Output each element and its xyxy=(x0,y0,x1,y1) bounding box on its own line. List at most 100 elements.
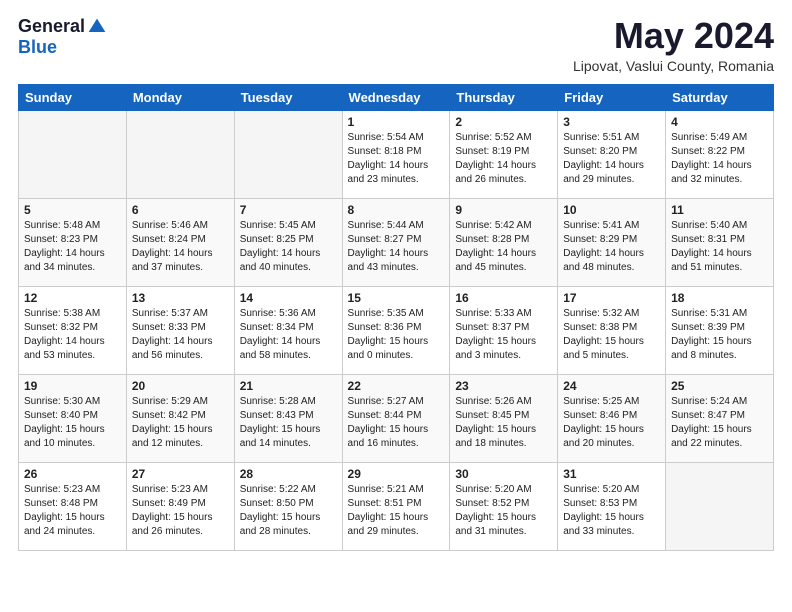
calendar-cell: 30 Sunrise: 5:20 AM Sunset: 8:52 PM Dayli… xyxy=(450,462,558,550)
day-number: 22 xyxy=(348,379,445,393)
page: General Blue May 2024 Lipovat, Vaslui Co… xyxy=(0,0,792,561)
calendar-cell: 10 Sunrise: 5:41 AM Sunset: 8:29 PM Dayli… xyxy=(558,198,666,286)
calendar-cell xyxy=(19,110,127,198)
calendar-cell: 2 Sunrise: 5:52 AM Sunset: 8:19 PM Daylig… xyxy=(450,110,558,198)
calendar-cell: 8 Sunrise: 5:44 AM Sunset: 8:27 PM Daylig… xyxy=(342,198,450,286)
day-number: 6 xyxy=(132,203,229,217)
calendar-cell: 25 Sunrise: 5:24 AM Sunset: 8:47 PM Dayli… xyxy=(666,374,774,462)
day-info: Sunrise: 5:46 AM Sunset: 8:24 PM Dayligh… xyxy=(132,219,229,275)
day-info: Sunrise: 5:33 AM Sunset: 8:37 PM Dayligh… xyxy=(455,307,552,363)
day-info: Sunrise: 5:54 AM Sunset: 8:18 PM Dayligh… xyxy=(348,131,445,187)
day-number: 23 xyxy=(455,379,552,393)
day-info: Sunrise: 5:21 AM Sunset: 8:51 PM Dayligh… xyxy=(348,483,445,539)
day-number: 4 xyxy=(671,115,768,129)
day-number: 30 xyxy=(455,467,552,481)
day-info: Sunrise: 5:40 AM Sunset: 8:31 PM Dayligh… xyxy=(671,219,768,275)
calendar-week-0: 1 Sunrise: 5:54 AM Sunset: 8:18 PM Daylig… xyxy=(19,110,774,198)
day-number: 21 xyxy=(240,379,337,393)
day-info: Sunrise: 5:35 AM Sunset: 8:36 PM Dayligh… xyxy=(348,307,445,363)
calendar-cell: 5Sunrise: 5:48 AM Sunset: 8:23 PM Daylig… xyxy=(19,198,127,286)
day-info: Sunrise: 5:23 AM Sunset: 8:48 PM Dayligh… xyxy=(24,483,121,539)
day-info: Sunrise: 5:44 AM Sunset: 8:27 PM Dayligh… xyxy=(348,219,445,275)
logo-icon xyxy=(87,17,107,37)
day-info: Sunrise: 5:38 AM Sunset: 8:32 PM Dayligh… xyxy=(24,307,121,363)
calendar-cell: 12 Sunrise: 5:38 AM Sunset: 8:32 PM Dayli… xyxy=(19,286,127,374)
day-info: Sunrise: 5:41 AM Sunset: 8:29 PM Dayligh… xyxy=(563,219,660,275)
day-number: 29 xyxy=(348,467,445,481)
day-number: 31 xyxy=(563,467,660,481)
day-number: 15 xyxy=(348,291,445,305)
day-info: Sunrise: 5:24 AM Sunset: 8:47 PM Dayligh… xyxy=(671,395,768,451)
day-info: Sunrise: 5:30 AM Sunset: 8:40 PM Dayligh… xyxy=(24,395,121,451)
calendar-header-monday: Monday xyxy=(126,84,234,110)
day-info: Sunrise: 5:25 AM Sunset: 8:46 PM Dayligh… xyxy=(563,395,660,451)
day-number: 27 xyxy=(132,467,229,481)
day-info: Sunrise: 5:23 AM Sunset: 8:49 PM Dayligh… xyxy=(132,483,229,539)
day-number: 7 xyxy=(240,203,337,217)
day-info: Sunrise: 5:20 AM Sunset: 8:52 PM Dayligh… xyxy=(455,483,552,539)
calendar-header-row: SundayMondayTuesdayWednesdayThursdayFrid… xyxy=(19,84,774,110)
day-number: 3 xyxy=(563,115,660,129)
calendar-cell: 22 Sunrise: 5:27 AM Sunset: 8:44 PM Dayli… xyxy=(342,374,450,462)
calendar-cell: 17 Sunrise: 5:32 AM Sunset: 8:38 PM Dayli… xyxy=(558,286,666,374)
day-number: 2 xyxy=(455,115,552,129)
day-info: Sunrise: 5:42 AM Sunset: 8:28 PM Dayligh… xyxy=(455,219,552,275)
day-number: 8 xyxy=(348,203,445,217)
day-info: Sunrise: 5:51 AM Sunset: 8:20 PM Dayligh… xyxy=(563,131,660,187)
calendar-cell: 24 Sunrise: 5:25 AM Sunset: 8:46 PM Dayli… xyxy=(558,374,666,462)
day-number: 28 xyxy=(240,467,337,481)
calendar-cell xyxy=(234,110,342,198)
calendar-cell: 18Sunrise: 5:31 AM Sunset: 8:39 PM Dayli… xyxy=(666,286,774,374)
day-info: Sunrise: 5:48 AM Sunset: 8:23 PM Dayligh… xyxy=(24,219,121,275)
calendar-cell: 4 Sunrise: 5:49 AM Sunset: 8:22 PM Daylig… xyxy=(666,110,774,198)
calendar-cell: 15 Sunrise: 5:35 AM Sunset: 8:36 PM Dayli… xyxy=(342,286,450,374)
day-number: 16 xyxy=(455,291,552,305)
day-number: 19 xyxy=(24,379,121,393)
day-number: 1 xyxy=(348,115,445,129)
calendar-header-sunday: Sunday xyxy=(19,84,127,110)
day-info: Sunrise: 5:29 AM Sunset: 8:42 PM Dayligh… xyxy=(132,395,229,451)
calendar-cell: 1 Sunrise: 5:54 AM Sunset: 8:18 PM Daylig… xyxy=(342,110,450,198)
logo-general: General xyxy=(18,16,85,37)
day-number: 20 xyxy=(132,379,229,393)
calendar-week-3: 19 Sunrise: 5:30 AM Sunset: 8:40 PM Dayli… xyxy=(19,374,774,462)
day-number: 10 xyxy=(563,203,660,217)
calendar-header-wednesday: Wednesday xyxy=(342,84,450,110)
day-number: 25 xyxy=(671,379,768,393)
day-number: 13 xyxy=(132,291,229,305)
day-info: Sunrise: 5:32 AM Sunset: 8:38 PM Dayligh… xyxy=(563,307,660,363)
day-info: Sunrise: 5:49 AM Sunset: 8:22 PM Dayligh… xyxy=(671,131,768,187)
calendar-week-1: 5Sunrise: 5:48 AM Sunset: 8:23 PM Daylig… xyxy=(19,198,774,286)
day-number: 9 xyxy=(455,203,552,217)
calendar-cell: 3 Sunrise: 5:51 AM Sunset: 8:20 PM Daylig… xyxy=(558,110,666,198)
calendar-cell xyxy=(126,110,234,198)
title-section: May 2024 Lipovat, Vaslui County, Romania xyxy=(573,16,774,74)
calendar-cell: 9 Sunrise: 5:42 AM Sunset: 8:28 PM Daylig… xyxy=(450,198,558,286)
day-number: 12 xyxy=(24,291,121,305)
calendar-cell: 23Sunrise: 5:26 AM Sunset: 8:45 PM Dayli… xyxy=(450,374,558,462)
day-number: 17 xyxy=(563,291,660,305)
day-info: Sunrise: 5:27 AM Sunset: 8:44 PM Dayligh… xyxy=(348,395,445,451)
calendar-cell: 14Sunrise: 5:36 AM Sunset: 8:34 PM Dayli… xyxy=(234,286,342,374)
day-info: Sunrise: 5:28 AM Sunset: 8:43 PM Dayligh… xyxy=(240,395,337,451)
calendar-cell: 13 Sunrise: 5:37 AM Sunset: 8:33 PM Dayli… xyxy=(126,286,234,374)
calendar-header-saturday: Saturday xyxy=(666,84,774,110)
day-info: Sunrise: 5:31 AM Sunset: 8:39 PM Dayligh… xyxy=(671,307,768,363)
logo-blue: Blue xyxy=(18,37,57,58)
calendar-week-2: 12 Sunrise: 5:38 AM Sunset: 8:32 PM Dayli… xyxy=(19,286,774,374)
day-info: Sunrise: 5:52 AM Sunset: 8:19 PM Dayligh… xyxy=(455,131,552,187)
day-number: 24 xyxy=(563,379,660,393)
calendar: SundayMondayTuesdayWednesdayThursdayFrid… xyxy=(18,84,774,551)
calendar-cell: 6 Sunrise: 5:46 AM Sunset: 8:24 PM Daylig… xyxy=(126,198,234,286)
subtitle: Lipovat, Vaslui County, Romania xyxy=(573,58,774,74)
calendar-cell: 21 Sunrise: 5:28 AM Sunset: 8:43 PM Dayli… xyxy=(234,374,342,462)
calendar-cell: 28Sunrise: 5:22 AM Sunset: 8:50 PM Dayli… xyxy=(234,462,342,550)
calendar-cell: 29 Sunrise: 5:21 AM Sunset: 8:51 PM Dayli… xyxy=(342,462,450,550)
calendar-cell: 16 Sunrise: 5:33 AM Sunset: 8:37 PM Dayli… xyxy=(450,286,558,374)
calendar-header-thursday: Thursday xyxy=(450,84,558,110)
logo: General Blue xyxy=(18,16,107,58)
day-info: Sunrise: 5:37 AM Sunset: 8:33 PM Dayligh… xyxy=(132,307,229,363)
main-title: May 2024 xyxy=(573,16,774,56)
header: General Blue May 2024 Lipovat, Vaslui Co… xyxy=(18,16,774,74)
day-info: Sunrise: 5:45 AM Sunset: 8:25 PM Dayligh… xyxy=(240,219,337,275)
